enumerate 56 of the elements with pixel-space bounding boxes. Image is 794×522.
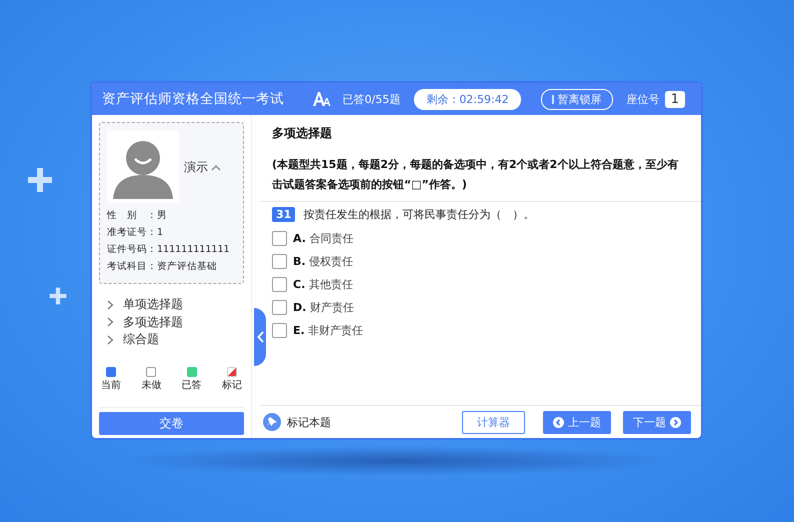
plus-icon [28, 168, 52, 192]
next-button[interactable]: 下一题 [623, 410, 691, 434]
chevron-up-icon[interactable] [211, 164, 221, 170]
seat-number: 1 [664, 90, 685, 108]
chevron-right-icon [107, 317, 114, 328]
candidate-info: 考试科目：资产评估基础 [107, 260, 218, 274]
question-text: 按责任发生的根据，可将民事责任分为（ ）。 [303, 207, 534, 222]
legend-swatch [186, 366, 197, 376]
answered-count: 已答0/55题 [342, 92, 400, 106]
legend-label: 未做 [141, 378, 162, 392]
instructions-text: 击试题答案备选项前的按钮“□”作答。) [271, 177, 468, 193]
countdown-timer: 剩余：02:59:42 [414, 88, 521, 110]
candidate-info: 证件号码：111111111111 [107, 243, 231, 257]
option-checkbox[interactable] [272, 323, 287, 338]
section-title: 多项选择题 [271, 125, 333, 142]
chevron-right-icon [107, 334, 114, 345]
lock-screen-button[interactable]: 暂离锁屏 [540, 88, 613, 110]
option-checkbox[interactable] [272, 231, 287, 246]
font-size-icon[interactable] [312, 91, 331, 107]
option-checkbox[interactable] [272, 300, 287, 315]
option-checkbox[interactable] [272, 277, 287, 292]
previous-button[interactable]: 上一题 [543, 410, 611, 434]
legend-swatch [226, 366, 237, 376]
plus-icon [50, 288, 66, 304]
candidate-info: 性 别 ：男 [107, 209, 168, 223]
pin-icon[interactable] [263, 413, 281, 431]
pause-icon [552, 94, 554, 104]
mark-question-label[interactable]: 标记本题 [287, 414, 331, 430]
option-label[interactable]: D. 财产责任 [293, 300, 354, 315]
option-label[interactable]: C. 其他责任 [293, 277, 353, 292]
seat-label: 座位号 [626, 92, 660, 106]
candidate-info: 准考证号：1 [107, 226, 164, 240]
option-label[interactable]: E. 非财产责任 [293, 323, 364, 338]
chevron-left-icon [256, 331, 264, 343]
instructions-text: (本题型共15题，每题2分，每题的备选项中，有2个或者2个以上符合题意，至少有 [271, 157, 680, 173]
legend-label: 标记 [222, 378, 242, 392]
legend-swatch [146, 366, 156, 376]
exam-title: 资产评估师资格全国统一考试 [102, 90, 284, 108]
chevron-right-icon [107, 300, 114, 310]
option-label[interactable]: A. 合同责任 [293, 231, 354, 246]
section-item[interactable]: 多项选择题 [107, 314, 244, 331]
candidate-name[interactable]: 演示 [184, 158, 208, 176]
calculator-button[interactable]: 计算器 [462, 410, 525, 434]
legend-swatch [106, 366, 116, 376]
option-label[interactable]: B. 侵权责任 [293, 254, 354, 269]
submit-button[interactable]: 交卷 [99, 412, 244, 435]
avatar-silhouette [107, 131, 179, 203]
legend-label: 已答 [182, 378, 202, 392]
circle-right-icon [670, 416, 681, 428]
section-item[interactable]: 综合题 [107, 331, 244, 348]
circle-left-icon [553, 416, 564, 428]
legend-label: 当前 [101, 378, 121, 392]
collapse-tab[interactable] [254, 308, 266, 366]
section-item[interactable]: 单项选择题 [107, 296, 244, 314]
question-number: 31 [272, 207, 296, 222]
option-checkbox[interactable] [272, 254, 287, 269]
